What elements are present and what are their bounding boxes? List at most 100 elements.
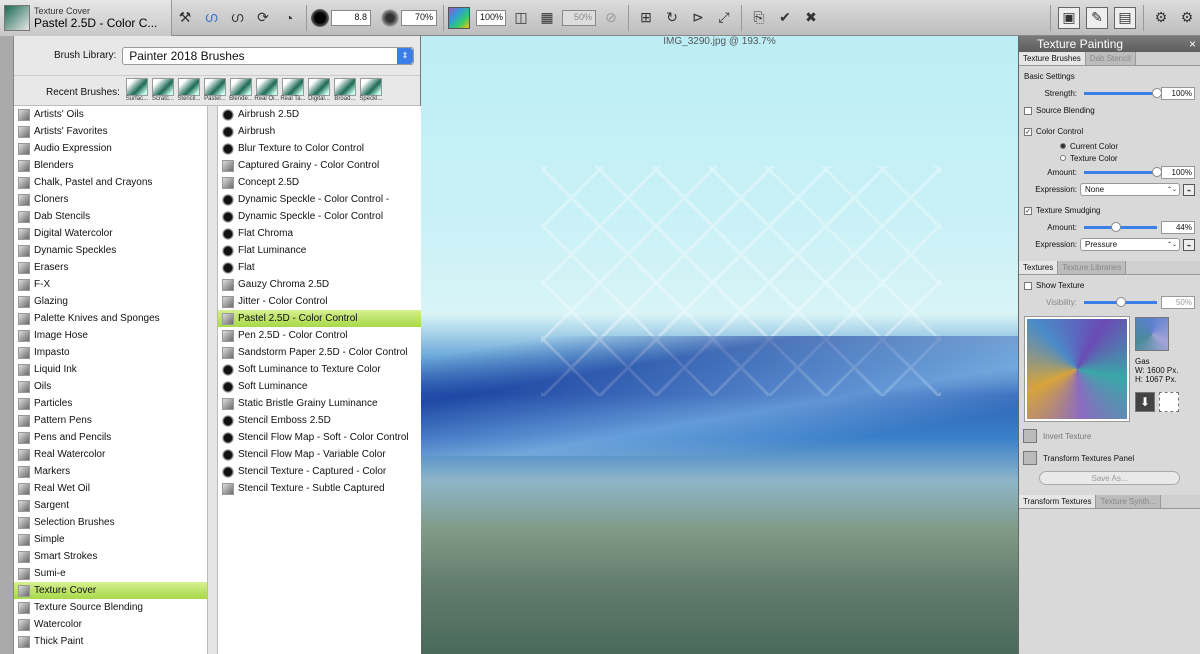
recent-brush[interactable]: Stencil...: [176, 78, 202, 102]
recent-brush[interactable]: Broad...: [332, 78, 358, 102]
recent-brush[interactable]: Real Ta...: [280, 78, 306, 102]
tab-textures[interactable]: Textures: [1019, 261, 1059, 274]
amount2-slider[interactable]: [1084, 222, 1157, 232]
category-item[interactable]: Palette Knives and Sponges: [14, 310, 207, 327]
save-as-button[interactable]: Save As...: [1039, 471, 1180, 485]
variant-item[interactable]: Soft Luminance to Texture Color: [218, 361, 421, 378]
variant-item[interactable]: Airbrush: [218, 123, 421, 140]
category-item[interactable]: Texture Source Blending: [14, 599, 207, 616]
close-icon[interactable]: ×: [1189, 36, 1196, 52]
category-item[interactable]: Audio Expression: [14, 140, 207, 157]
category-item[interactable]: Artists' Oils: [14, 106, 207, 123]
amount-field[interactable]: 100%: [1161, 166, 1195, 179]
texture-swatch[interactable]: [1135, 317, 1169, 351]
category-item[interactable]: Markers: [14, 463, 207, 480]
category-item[interactable]: Pens and Pencils: [14, 429, 207, 446]
category-item[interactable]: Real Watercolor: [14, 446, 207, 463]
category-item[interactable]: Dab Stencils: [14, 208, 207, 225]
tab-transform-textures[interactable]: Transform Textures: [1019, 495, 1097, 508]
texture-smudging-checkbox[interactable]: ✓: [1024, 206, 1032, 215]
category-item[interactable]: Thick Paint: [14, 633, 207, 650]
visibility-slider[interactable]: [1084, 297, 1157, 307]
category-item[interactable]: Blenders: [14, 157, 207, 174]
category-item[interactable]: Dynamic Speckles: [14, 242, 207, 259]
variant-item[interactable]: Stencil Texture - Captured - Color: [218, 463, 421, 480]
tilt-icon[interactable]: ◔: [279, 8, 299, 28]
variant-item[interactable]: Dynamic Speckle - Color Control: [218, 208, 421, 225]
category-item[interactable]: Digital Watercolor: [14, 225, 207, 242]
reset-icon[interactable]: ⎘: [749, 8, 769, 28]
recent-brush[interactable]: Surfac...: [124, 78, 150, 102]
grain-mode-icon[interactable]: ◫: [511, 8, 531, 28]
brush-tool-icon[interactable]: ⚒: [175, 8, 195, 28]
recent-brush[interactable]: Speckl...: [358, 78, 384, 102]
category-scrollbar[interactable]: [208, 106, 218, 654]
variant-item[interactable]: Sandstorm Paper 2.5D - Color Control: [218, 344, 421, 361]
scale-icon[interactable]: ⤢: [714, 8, 734, 28]
category-item[interactable]: Simple: [14, 531, 207, 548]
brush-library-select[interactable]: Painter 2018 Brushes ⇕: [122, 46, 414, 65]
flip-icon[interactable]: ⊳: [688, 8, 708, 28]
variant-item[interactable]: Stencil Flow Map - Variable Color: [218, 446, 421, 463]
current-color-radio[interactable]: [1060, 143, 1066, 149]
show-texture-checkbox[interactable]: [1024, 281, 1032, 290]
texture-preview[interactable]: [1025, 317, 1129, 421]
move-icon[interactable]: ⊞: [636, 8, 656, 28]
recent-brush[interactable]: Blende...: [228, 78, 254, 102]
canvas[interactable]: IMG_3290.jpg @ 193.7%: [421, 36, 1018, 654]
category-item[interactable]: Chalk, Pastel and Crayons: [14, 174, 207, 191]
size-field[interactable]: 8.8: [331, 9, 371, 26]
recent-brush[interactable]: Real Oi...: [254, 78, 280, 102]
texture-color-radio[interactable]: [1060, 155, 1066, 161]
recent-brush[interactable]: Pastel...: [202, 78, 228, 102]
expression-select[interactable]: None: [1080, 183, 1180, 196]
freehand-stroke-icon[interactable]: ഗ: [201, 8, 221, 28]
category-item[interactable]: Texture Cover: [14, 582, 207, 599]
category-item[interactable]: Image Hose: [14, 327, 207, 344]
amount2-knob[interactable]: [1111, 222, 1122, 232]
straight-line-icon[interactable]: ഗ: [227, 8, 247, 28]
variant-item[interactable]: Flat: [218, 259, 421, 276]
stroke-attr-icon[interactable]: ⟳: [253, 8, 273, 28]
amount-slider[interactable]: [1084, 167, 1162, 177]
variant-item[interactable]: Stencil Texture - Subtle Captured: [218, 480, 421, 497]
invert-texture-icon[interactable]: [1023, 429, 1037, 443]
amount2-field[interactable]: 44%: [1161, 221, 1195, 234]
variant-item[interactable]: Static Bristle Grainy Luminance: [218, 395, 421, 412]
category-item[interactable]: Particles: [14, 395, 207, 412]
category-item[interactable]: Liquid Ink: [14, 361, 207, 378]
variant-item[interactable]: Airbrush 2.5D: [218, 106, 421, 123]
category-item[interactable]: Smart Strokes: [14, 548, 207, 565]
variant-item[interactable]: Dynamic Speckle - Color Control -: [218, 191, 421, 208]
category-item[interactable]: Erasers: [14, 259, 207, 276]
category-item[interactable]: Pattern Pens: [14, 412, 207, 429]
cancel-icon[interactable]: ✖: [801, 8, 821, 28]
variant-item[interactable]: Stencil Flow Map - Soft - Color Control: [218, 429, 421, 446]
variant-item[interactable]: Captured Grainy - Color Control: [218, 157, 421, 174]
category-item[interactable]: Sargent: [14, 497, 207, 514]
texture-painting-panel-icon[interactable]: ▣: [1058, 6, 1080, 29]
variant-item[interactable]: Stencil Emboss 2.5D: [218, 412, 421, 429]
grain-texture-icon[interactable]: [448, 6, 470, 29]
category-item[interactable]: Artists' Favorites: [14, 123, 207, 140]
strength-slider[interactable]: [1084, 88, 1162, 98]
source-blending-checkbox[interactable]: [1024, 106, 1032, 115]
grain-field[interactable]: 100%: [476, 9, 506, 26]
variant-item[interactable]: Flat Luminance: [218, 242, 421, 259]
variant-item[interactable]: Gauzy Chroma 2.5D: [218, 276, 421, 293]
tab-texture-brushes[interactable]: Texture Brushes: [1019, 52, 1086, 65]
category-item[interactable]: Oils: [14, 378, 207, 395]
recent-brush[interactable]: Digital...: [306, 78, 332, 102]
rotate-icon[interactable]: ↻: [662, 8, 682, 28]
category-item[interactable]: Real Wet Oil: [14, 480, 207, 497]
grain-field-2[interactable]: 50%: [562, 9, 596, 26]
category-item[interactable]: Glazing: [14, 293, 207, 310]
strength-field[interactable]: 100%: [1161, 87, 1195, 100]
commit-icon[interactable]: ✔: [775, 8, 795, 28]
transform-textures-icon[interactable]: [1023, 451, 1037, 465]
tab-texture-synth[interactable]: Texture Synth...: [1096, 495, 1162, 508]
brush-selector[interactable]: Texture Cover Pastel 2.5D - Color C...: [0, 0, 172, 36]
variant-item[interactable]: Flat Chroma: [218, 225, 421, 242]
variant-item[interactable]: Jitter - Color Control: [218, 293, 421, 310]
tab-texture-libraries[interactable]: Texture Libraries: [1058, 261, 1127, 274]
